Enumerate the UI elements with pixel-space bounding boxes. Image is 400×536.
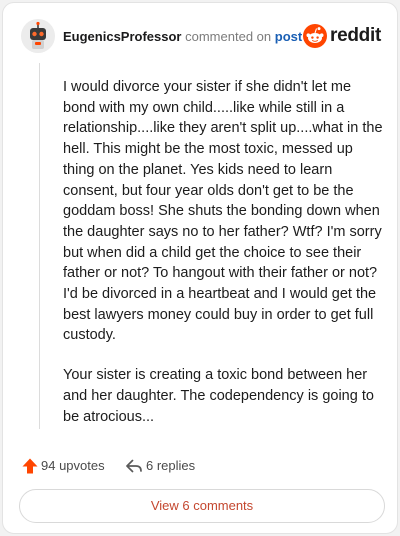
upvotes-count: 94 upvotes [41, 458, 105, 473]
user-avatar[interactable] [21, 19, 55, 53]
replies-count: 6 replies [146, 458, 196, 473]
replies-button[interactable]: 6 replies [125, 455, 225, 477]
comment-paragraph: I would divorce your sister if she didn'… [63, 79, 383, 344]
view-comments-button[interactable]: View 6 comments [19, 489, 385, 523]
post-link[interactable]: post [275, 29, 302, 44]
upvote-button[interactable]: 94 upvotes [21, 455, 131, 477]
thread-line [39, 63, 40, 429]
username-link[interactable]: EugenicsProfessor [63, 29, 182, 44]
reddit-alien-icon [303, 24, 327, 48]
comment-actions: 94 upvotes 6 replies [21, 455, 361, 477]
comment-header: EugenicsProfessor commented on post redd… [21, 19, 383, 55]
comment-paragraph: Your sister is creating a toxic bond bet… [63, 367, 374, 425]
comment-card: EugenicsProfessor commented on post redd… [2, 2, 398, 534]
comment-meta: EugenicsProfessor commented on post [63, 29, 302, 45]
reply-arrow-icon [126, 459, 142, 473]
brand-wordmark: reddit [330, 25, 381, 46]
meta-verb: commented on [185, 29, 272, 44]
reddit-brand[interactable]: reddit [303, 21, 383, 51]
robot-avatar-icon [21, 19, 55, 53]
upvote-arrow-icon [22, 458, 38, 474]
comment-body: I would divorce your sister if she didn'… [63, 77, 383, 446]
